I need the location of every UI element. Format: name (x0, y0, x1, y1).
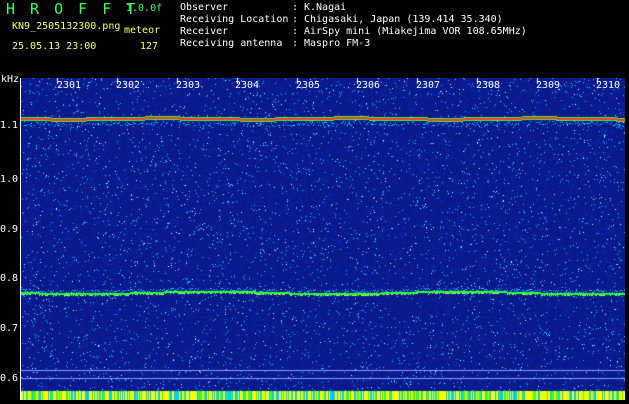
info-value: Chigasaki, Japan (139.414 35.340) (304, 14, 503, 25)
version-label: 1.0.0f (126, 3, 163, 14)
y-tick-label: 0.6 (0, 373, 19, 384)
spectrogram-plot: 2301 2302 2303 2304 2305 2306 2307 2308 … (20, 78, 625, 400)
x-tick-label: 2306 (356, 80, 381, 91)
info-panel: Observer : K.Nagai Receiving Location : … (180, 2, 527, 50)
info-value: K.Nagai (304, 2, 347, 13)
x-tick-label: 2309 (536, 80, 561, 91)
info-key: Receiving antenna (180, 38, 283, 49)
info-sep: : (292, 14, 299, 25)
info-row-observer: Observer : K.Nagai (180, 2, 527, 14)
y-tick-label: 0.7 (0, 323, 19, 334)
x-tick-label: 2301 (57, 80, 82, 91)
filename-label: KN9_2505132300.png (12, 21, 121, 32)
y-tick-label: 0.8 (0, 273, 19, 284)
x-tick-label: 2307 (416, 80, 441, 91)
app-title: H R O F F T (6, 0, 139, 18)
x-tick-label: 2305 (296, 80, 321, 91)
x-tick-label: 2303 (176, 80, 201, 91)
y-tick-label: 0.9 (0, 224, 19, 235)
y-unit-label: kHz (1, 74, 20, 85)
info-sep: : (292, 38, 299, 49)
info-row-receiver: Receiver : AirSpy mini (Miakejima VOR 10… (180, 26, 527, 38)
info-value: AirSpy mini (Miakejima VOR 108.65MHz) (304, 26, 527, 37)
meteor-count: 127 (140, 41, 159, 52)
datetime-label: 25.05.13 23:00 (12, 41, 97, 52)
info-value: Maspro FM-3 (304, 38, 371, 49)
y-tick-label: 1.1 (0, 120, 19, 131)
info-sep: : (292, 2, 299, 13)
x-tick-label: 2308 (476, 80, 501, 91)
x-tick-label: 2302 (116, 80, 141, 91)
info-row-antenna: Receiving antenna : Maspro FM-3 (180, 38, 527, 50)
y-tick-label: 1.0 (0, 174, 19, 185)
info-key: Observer (180, 2, 229, 13)
meteor-label: meteor (124, 25, 161, 36)
info-key: Receiver (180, 26, 229, 37)
x-tick-label: 2310 (596, 80, 621, 91)
info-key: Receiving Location (180, 14, 289, 25)
x-tick-label: 2304 (235, 80, 260, 91)
info-sep: : (292, 26, 299, 37)
spectrogram-canvas (21, 78, 625, 400)
info-row-location: Receiving Location : Chigasaki, Japan (1… (180, 14, 527, 26)
